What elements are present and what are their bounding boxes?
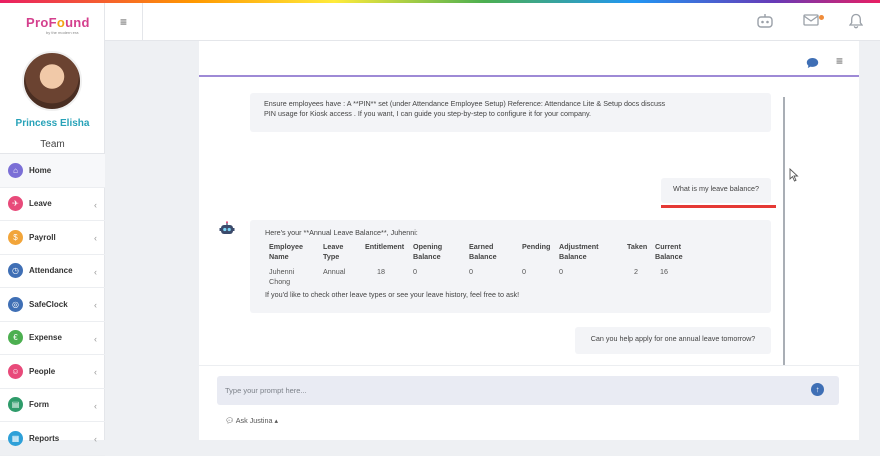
sidebar-item-expense[interactable]: € Expense ‹ (0, 322, 105, 355)
logo-tagline: by the modern era (46, 30, 79, 35)
logo-text-main: ProF (26, 15, 57, 30)
leave-icon: ✈ (8, 196, 23, 212)
table-header-cell: Taken (627, 242, 648, 252)
user-team: Team (40, 139, 65, 150)
payroll-icon: $ (8, 229, 23, 245)
sidebar-item-home[interactable]: ⌂ Home (0, 154, 105, 188)
highlight-underline (661, 205, 776, 208)
chevron-left-icon: ‹ (94, 333, 97, 344)
menu-toggle-button[interactable]: ≡ (105, 3, 143, 41)
table-cell: 0 (413, 267, 417, 277)
chat-panel-header: ≡ (199, 41, 859, 77)
table-header-cell: Pending (522, 242, 551, 252)
table-header-cell: Earned Balance (469, 242, 497, 261)
mail-icon[interactable] (803, 13, 819, 30)
sidebar-item-reports[interactable]: ▦ Reports ‹ (0, 422, 105, 456)
sidebar-item-label: Reports (29, 433, 60, 443)
chevron-left-icon: ‹ (94, 434, 97, 444)
top-bar: ≡ (105, 3, 880, 41)
bell-icon[interactable] (848, 13, 864, 32)
chevron-left-icon: ‹ (94, 400, 97, 411)
chevron-left-icon: ‹ (94, 233, 97, 243)
chevron-left-icon: ‹ (94, 266, 97, 277)
brand-logo[interactable]: ProFound (26, 15, 90, 30)
message-text-line: Ensure employees have : A **PIN** set (u… (264, 99, 666, 108)
sidebar-item-label: Home (29, 165, 52, 175)
sidebar-item-payroll[interactable]: $ Payroll ‹ (0, 221, 105, 255)
sidebar-item-leave[interactable]: ✈ Leave ‹ (0, 188, 105, 221)
caret-up-icon: ▴ (274, 416, 279, 425)
assistant-message: Ensure employees have : A **PIN** set (u… (250, 93, 771, 132)
table-header-cell: Employee Name (269, 242, 303, 261)
table-cell: 16 (660, 267, 668, 277)
table-row: Juhenni Chong Annual 18 0 0 0 0 2 16 (266, 267, 702, 286)
table-header-cell: Adjustment Balance (559, 242, 599, 261)
ask-label: Ask Justina (235, 416, 273, 425)
assistant-avatar-icon (219, 221, 235, 237)
table-cell: Annual (323, 267, 346, 277)
sidebar-item-label: People (29, 366, 56, 376)
hamburger-icon: ≡ (119, 15, 127, 29)
sidebar-item-safeclock[interactable]: ◎ SafeClock ‹ (0, 288, 105, 322)
message-text: If you'd like to check other leave types… (265, 289, 520, 299)
table-cell: 0 (522, 267, 526, 277)
sidebar: ProFound by the modern era Princess Elis… (0, 3, 105, 456)
table-header-row: Employee Name Leave Type Entitlement Ope… (266, 242, 702, 267)
chevron-left-icon: ‹ (94, 300, 97, 310)
sidebar-item-label: SafeClock (29, 299, 68, 309)
logo-text-rest: und (65, 15, 90, 30)
assistant-message: Here's your **Annual Leave Balance**, Ju… (250, 220, 771, 313)
table-cell: 18 (377, 267, 385, 277)
mail-notification-dot (819, 15, 824, 20)
table-header-cell: Leave Type (323, 242, 344, 261)
chat-input-area: ↑ 💬︎ Ask Justina ▴ (199, 365, 859, 440)
user-message: Can you help apply for one annual leave … (575, 327, 771, 354)
chevron-left-icon: ‹ (94, 199, 97, 210)
sidebar-item-label: Payroll (29, 232, 56, 242)
sidebar-item-people[interactable]: ☺ People ‹ (0, 355, 105, 389)
chat-outline-icon: 💬︎ (225, 416, 235, 425)
mouse-cursor-icon (789, 167, 799, 185)
ask-justina-button[interactable]: 💬︎ Ask Justina ▴ (225, 416, 278, 425)
menu-list-icon[interactable]: ≡ (836, 54, 843, 68)
send-button[interactable]: ↑ (811, 383, 824, 396)
expense-icon: € (8, 330, 23, 346)
user-avatar[interactable] (22, 51, 82, 111)
prompt-input[interactable] (217, 376, 839, 405)
table-header-cell: Entitlement (365, 242, 405, 252)
safeclock-icon: ◎ (8, 296, 23, 312)
arrow-up-icon: ↑ (815, 385, 820, 394)
table-cell: 0 (559, 267, 563, 277)
leave-balance-table: Employee Name Leave Type Entitlement Ope… (266, 242, 702, 286)
message-text: Here's your **Annual Leave Balance**, Ju… (265, 228, 418, 237)
sidebar-nav: ⌂ Home ✈ Leave ‹ $ Payroll ‹ ◷ Attendanc… (0, 154, 105, 456)
table-cell: 2 (634, 267, 638, 277)
table-header-cell: Opening Balance (413, 242, 443, 261)
robot-icon[interactable] (756, 13, 774, 32)
table-cell: 0 (469, 267, 473, 277)
chat-bubble-icon[interactable] (806, 57, 819, 72)
sidebar-item-label: Expense (29, 333, 62, 343)
chevron-left-icon: ‹ (94, 367, 97, 377)
message-text-line: PIN usage for Kiosk access . If you want… (264, 109, 592, 119)
reports-icon: ▦ (8, 430, 23, 446)
user-name: Princess Elisha (15, 118, 90, 129)
sidebar-item-label: Leave (29, 199, 52, 209)
table-cell: Juhenni Chong (269, 267, 295, 286)
sidebar-item-label: Attendance (29, 266, 73, 276)
sidebar-item-form[interactable]: ▤ Form ‹ (0, 389, 105, 422)
form-icon: ▤ (8, 397, 23, 413)
sidebar-item-label: Form (29, 400, 49, 410)
sidebar-item-attendance[interactable]: ◷ Attendance ‹ (0, 255, 105, 288)
attendance-icon: ◷ (8, 263, 23, 279)
scrollbar-thumb[interactable] (783, 97, 785, 367)
user-message: What is my leave balance? (661, 178, 771, 203)
home-icon: ⌂ (8, 162, 23, 178)
logo-text-o: o (56, 15, 66, 30)
chat-panel: ≡ Ensure employees have : A **PIN** set … (199, 41, 859, 440)
table-header-cell: Current Balance (655, 242, 683, 261)
people-icon: ☺ (8, 363, 23, 379)
